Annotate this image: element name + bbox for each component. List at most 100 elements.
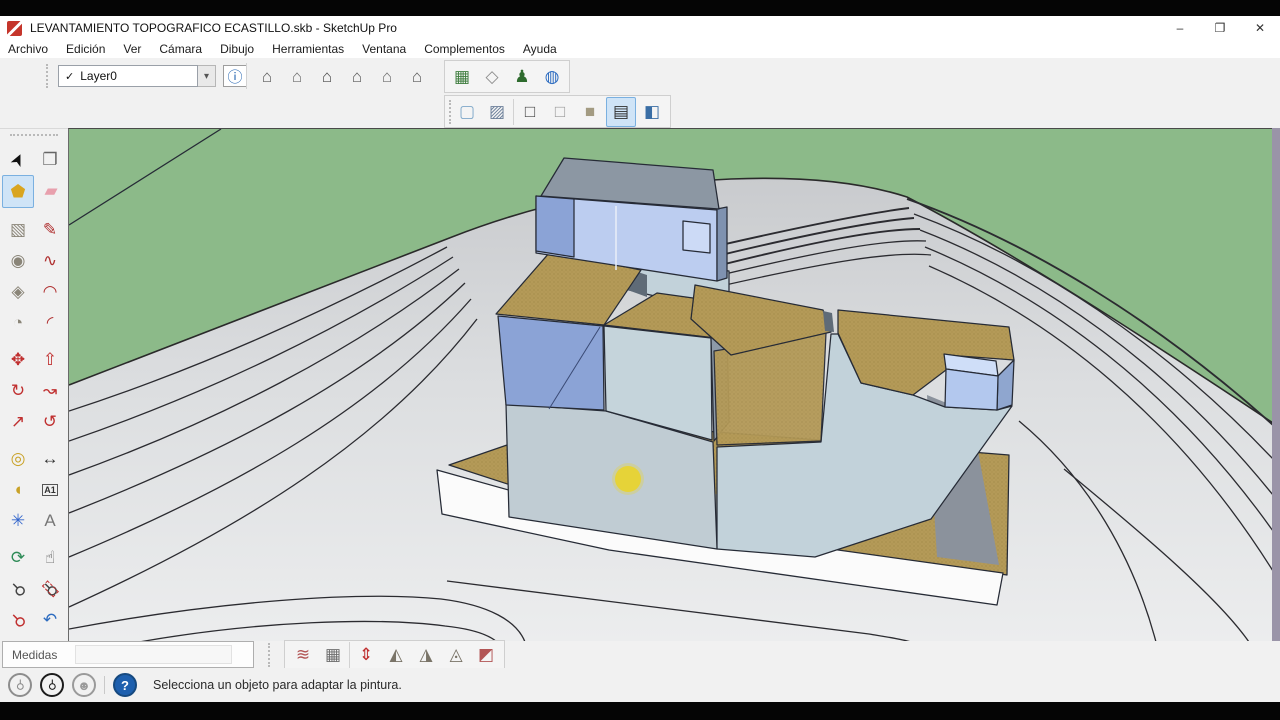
make-component-tool[interactable]: ❐ <box>35 144 65 175</box>
zoom-window-tool[interactable]: ⚲ <box>35 573 65 604</box>
eraser-tool[interactable]: ▰ <box>36 175 66 206</box>
polygon-tool[interactable]: ◈ <box>3 276 33 307</box>
layer-dropdown[interactable]: ✓ Layer0 <box>58 65 198 87</box>
zoom-extents-tool[interactable]: ⚲ <box>3 604 33 635</box>
back-view-icon[interactable]: ⌂ <box>373 62 401 90</box>
drawing-viewport[interactable] <box>68 128 1274 643</box>
from-scratch-icon[interactable]: ▦ <box>319 641 347 669</box>
menu-complementos[interactable]: Complementos <box>415 40 514 58</box>
push-pull-tool[interactable]: ⇧ <box>35 344 65 375</box>
add-detail-icon[interactable]: ◬ <box>442 641 470 669</box>
sketchup-app-icon <box>7 20 22 36</box>
photo-textures-icon[interactable]: ♟ <box>508 63 536 91</box>
viewport-canvas[interactable] <box>68 128 1274 643</box>
toolbar-drag-handle[interactable] <box>449 99 451 124</box>
layer-dropdown-arrow[interactable]: ▾ <box>198 65 216 87</box>
select-tool[interactable]: ➤ <box>3 144 33 175</box>
menu-ventana[interactable]: Ventana <box>353 40 415 58</box>
offset-tool[interactable]: ↺ <box>35 406 65 437</box>
measurements-box: Medidas <box>2 641 254 668</box>
measurements-value-field[interactable] <box>75 645 233 664</box>
text-tool[interactable]: A1 <box>35 474 65 505</box>
close-button[interactable]: ✕ <box>1240 16 1280 40</box>
measurements-label: Medidas <box>12 647 58 662</box>
wireframe-icon[interactable]: □ <box>516 98 544 126</box>
protractor-tool[interactable]: ◖ <box>3 474 33 505</box>
smoove-icon[interactable]: ⇕ <box>352 641 380 669</box>
iso-view-icon[interactable]: ⌂ <box>253 62 281 90</box>
3d-text-tool[interactable]: A <box>35 505 65 536</box>
menu-ver[interactable]: Ver <box>114 40 150 58</box>
move-tool[interactable]: ✥ <box>3 344 33 375</box>
status-bar: ⚲ ⚲ ☻? Selecciona un objeto para adaptar l… <box>0 668 1280 702</box>
x-ray-icon[interactable]: ▢ <box>453 98 481 126</box>
help-icon[interactable]: ? <box>113 673 137 697</box>
right-view-icon[interactable]: ⌂ <box>343 62 371 90</box>
top-box-dark-panel[interactable] <box>535 195 575 258</box>
follow-me-tool[interactable]: ↝ <box>35 375 65 406</box>
monochrome-icon[interactable]: ◧ <box>638 98 666 126</box>
stamp-icon[interactable]: ◭ <box>382 641 410 669</box>
top-box-window-panel[interactable] <box>682 220 711 254</box>
orbit-tool[interactable]: ⟳ <box>3 542 33 573</box>
dimensions-tool[interactable]: ↔ <box>35 443 65 474</box>
toolbar-drag-handle[interactable] <box>46 64 48 88</box>
small-box-front[interactable] <box>944 368 999 411</box>
menu-cámara[interactable]: Cámara <box>150 40 211 58</box>
protractor-icon: ◖ <box>12 479 24 499</box>
model-location-icon[interactable]: ⚲ <box>40 673 64 697</box>
rotate-icon: ↻ <box>10 380 26 400</box>
front-view-icon[interactable]: ⌂ <box>313 62 341 90</box>
tool-row: ➤ ❐ <box>0 144 68 175</box>
zoom-tool[interactable]: ⚲ <box>3 573 33 604</box>
line-tool[interactable]: ✎ <box>35 214 65 245</box>
menu-ayuda[interactable]: Ayuda <box>514 40 566 58</box>
menu-herramientas[interactable]: Herramientas <box>263 40 353 58</box>
menu-edición[interactable]: Edición <box>57 40 114 58</box>
minimize-button[interactable]: – <box>1160 16 1200 40</box>
top-view-icon[interactable]: ⌂ <box>283 62 311 90</box>
previous-view-tool[interactable]: ↶ <box>35 604 65 635</box>
rotate-tool[interactable]: ↻ <box>3 375 33 406</box>
two-point-arc-tool[interactable]: ◜ <box>35 307 65 338</box>
tool-palette-drag-handle[interactable] <box>10 134 58 144</box>
tool-row: ▧ ✎ <box>0 214 68 245</box>
tool-row: ◈ ◠ <box>0 276 68 307</box>
back-edges-icon[interactable]: ▨ <box>483 98 511 126</box>
geo-toolbar: ▦ ◇ ♟ ◍ <box>444 60 570 93</box>
shaded-with-textures-icon[interactable]: ▤ <box>606 96 636 127</box>
left-view-icon[interactable]: ⌂ <box>403 62 431 90</box>
tape-measure-tool[interactable]: ◎ <box>3 443 33 474</box>
add-location-icon[interactable]: ▦ <box>448 63 476 91</box>
layer-manager-icon[interactable]: ⓘ <box>223 65 247 87</box>
scale-tool[interactable]: ↗ <box>3 406 33 437</box>
shaded-icon[interactable]: ■ <box>576 98 604 126</box>
pan-tool[interactable]: ☝ <box>35 542 65 573</box>
rectangle-tool[interactable]: ▧ <box>3 214 33 245</box>
google-earth-icon[interactable]: ◍ <box>538 63 566 91</box>
menu-dibujo[interactable]: Dibujo <box>211 40 263 58</box>
scale-icon: ↗ <box>10 411 26 431</box>
geolocation-icon[interactable]: ⚲ <box>8 673 32 697</box>
toggle-terrain-icon[interactable]: ◇ <box>478 63 506 91</box>
arc-tool[interactable]: ◠ <box>35 276 65 307</box>
views-toolbar: ⌂ ⌂ ⌂ ⌂ ⌂ ⌂ <box>253 62 431 90</box>
from-contours-icon[interactable]: ≋ <box>289 641 317 669</box>
claim-credit-icon[interactable]: ☻ <box>72 673 96 697</box>
letterbox-top <box>0 0 1280 16</box>
axes-tool[interactable]: ✳ <box>3 505 33 536</box>
toolbar-separator <box>246 63 247 89</box>
drape-icon[interactable]: ◮ <box>412 641 440 669</box>
toolbar-drag-handle[interactable] <box>268 642 270 667</box>
freehand-tool[interactable]: ∿ <box>35 245 65 276</box>
menu-archivo[interactable]: Archivo <box>0 40 57 58</box>
pie-tool[interactable]: ◔ <box>3 307 33 338</box>
hidden-line-icon[interactable]: □ <box>546 98 574 126</box>
circle-tool[interactable]: ◉ <box>3 245 33 276</box>
top-box-side[interactable] <box>716 206 728 282</box>
left-cube-blue-wall[interactable] <box>497 315 605 411</box>
flip-edge-icon[interactable]: ◩ <box>472 641 500 669</box>
paint-bucket-tool[interactable]: ⬟ <box>2 175 34 208</box>
restore-button[interactable]: ❐ <box>1200 16 1240 40</box>
tool-row: ⚲ ↶ <box>0 604 68 635</box>
